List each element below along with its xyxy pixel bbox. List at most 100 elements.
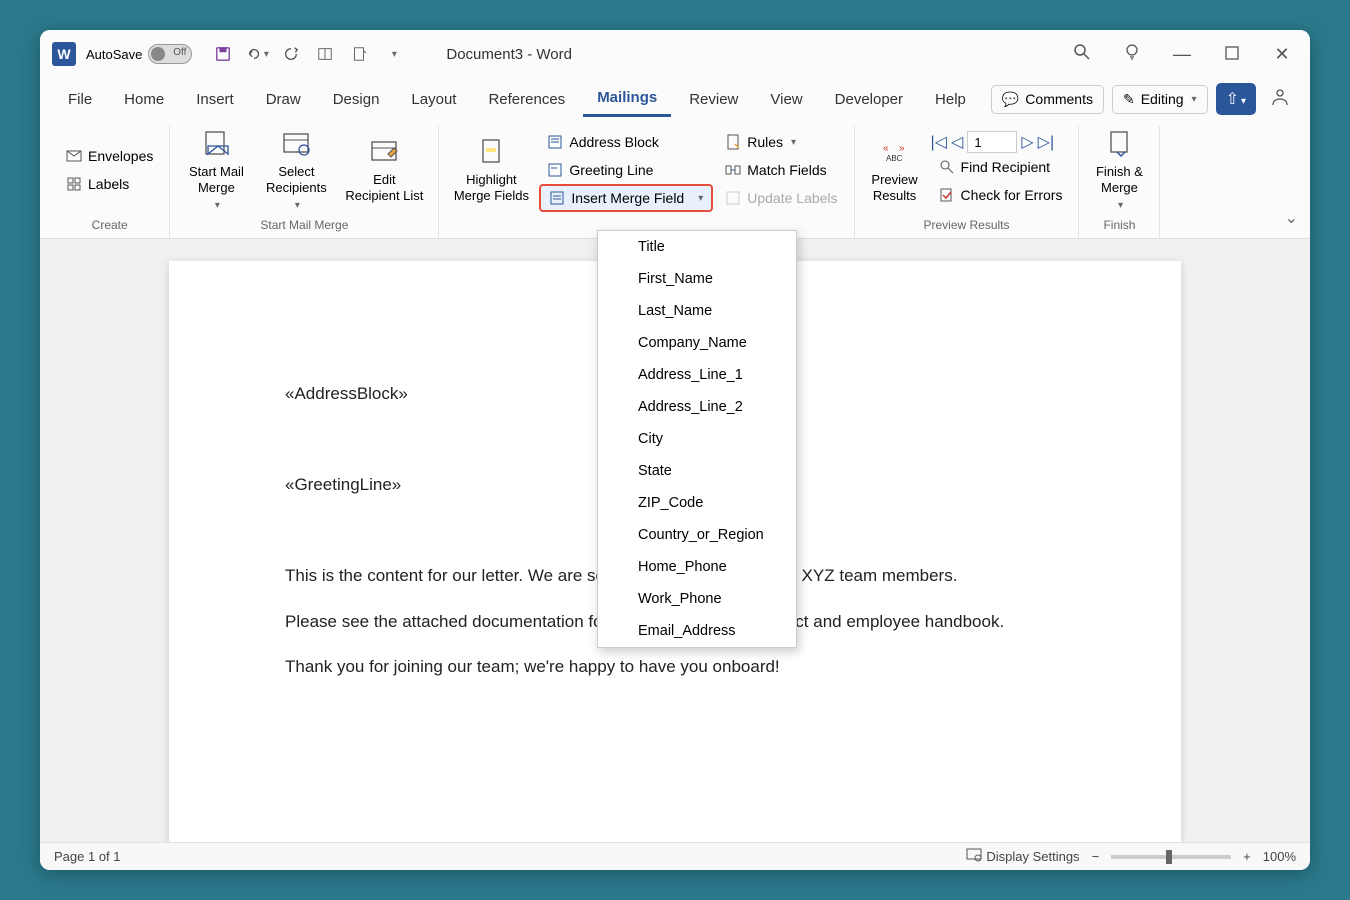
select-recipients-button[interactable]: Select Recipients▾ xyxy=(258,126,334,214)
minimize-button[interactable]: — xyxy=(1166,38,1198,70)
zoom-in-button[interactable]: + xyxy=(1243,849,1251,864)
tab-insert[interactable]: Insert xyxy=(182,83,248,116)
account-button[interactable] xyxy=(1264,81,1296,118)
envelopes-button[interactable]: Envelopes xyxy=(58,142,161,170)
find-recipient-button[interactable]: Find Recipient xyxy=(931,153,1071,181)
rules-label: Rules xyxy=(747,134,783,150)
redo-button[interactable] xyxy=(278,41,304,67)
comments-button[interactable]: 💬Comments xyxy=(991,85,1104,114)
tab-file[interactable]: File xyxy=(54,83,106,116)
labels-button[interactable]: Labels xyxy=(58,170,161,198)
merge-field-company-name[interactable]: Company_Name xyxy=(598,327,796,359)
svg-text:ABC: ABC xyxy=(886,154,903,163)
preview-results-button[interactable]: «»ABCPreview Results xyxy=(863,126,927,214)
comments-label: Comments xyxy=(1025,91,1093,107)
titlebar-controls: — ✕ xyxy=(1066,38,1298,70)
autosave-control[interactable]: AutoSave Off xyxy=(86,44,192,64)
tab-developer[interactable]: Developer xyxy=(821,83,917,116)
customize-qat[interactable]: ▾ xyxy=(380,41,406,67)
merge-field-title[interactable]: Title xyxy=(598,231,796,263)
tab-layout[interactable]: Layout xyxy=(397,83,470,116)
finish-icon xyxy=(1103,128,1135,160)
save-button[interactable] xyxy=(210,41,236,67)
merge-field-last-name[interactable]: Last_Name xyxy=(598,295,796,327)
insert-merge-field-button[interactable]: Insert Merge Field▾ xyxy=(539,184,713,212)
qat-item-2[interactable] xyxy=(346,41,372,67)
prev-record-button[interactable]: ◁ xyxy=(951,132,963,152)
page-info[interactable]: Page 1 of 1 xyxy=(54,849,121,864)
group-label-finish: Finish xyxy=(1103,214,1135,238)
share-button[interactable]: ⇧▾ xyxy=(1216,83,1256,115)
ribbon-group-preview: «»ABCPreview Results |◁ ◁ ▷ ▷| Find Reci… xyxy=(855,126,1080,238)
merge-field-home-phone[interactable]: Home_Phone xyxy=(598,551,796,583)
display-settings-icon xyxy=(966,848,982,865)
zoom-slider[interactable] xyxy=(1111,855,1231,859)
address-block-button[interactable]: Address Block xyxy=(539,128,713,156)
tab-mailings[interactable]: Mailings xyxy=(583,81,671,117)
labels-icon xyxy=(66,176,82,192)
merge-field-state[interactable]: State xyxy=(598,455,796,487)
zoom-out-button[interactable]: − xyxy=(1092,849,1100,864)
chevron-down-icon: ▾ xyxy=(1241,96,1246,107)
first-record-button[interactable]: |◁ xyxy=(931,132,947,152)
help-tips-button[interactable] xyxy=(1116,38,1148,70)
merge-field-zip-code[interactable]: ZIP_Code xyxy=(598,487,796,519)
maximize-button[interactable] xyxy=(1216,38,1248,70)
grid-icon xyxy=(317,46,333,62)
select-recipients-label: Select Recipients xyxy=(266,164,327,195)
tab-design[interactable]: Design xyxy=(319,83,394,116)
highlight-merge-fields-button[interactable]: Highlight Merge Fields xyxy=(447,126,535,214)
pencil-icon: ✎ xyxy=(1123,91,1135,108)
toggle-knob-icon xyxy=(151,47,165,61)
highlight-icon xyxy=(475,136,507,168)
plus-icon: + xyxy=(1243,849,1251,864)
tab-draw[interactable]: Draw xyxy=(252,83,315,116)
editing-mode-button[interactable]: ✎Editing▾ xyxy=(1112,85,1208,114)
group-label-preview: Preview Results xyxy=(923,214,1009,238)
autosave-toggle[interactable]: Off xyxy=(148,44,192,64)
merge-field-address-line-2[interactable]: Address_Line_2 xyxy=(598,391,796,423)
display-settings-button[interactable]: Display Settings xyxy=(966,848,1079,865)
last-record-button[interactable]: ▷| xyxy=(1038,132,1054,152)
tab-view[interactable]: View xyxy=(756,83,816,116)
next-record-button[interactable]: ▷ xyxy=(1021,132,1033,152)
record-number-input[interactable] xyxy=(967,131,1017,153)
qat-item-1[interactable] xyxy=(312,41,338,67)
ribbon-group-create: Envelopes Labels Create xyxy=(50,126,170,238)
check-errors-button[interactable]: Check for Errors xyxy=(931,181,1071,209)
body-paragraph-3[interactable]: Thank you for joining our team; we're ha… xyxy=(285,654,1065,680)
chevron-down-icon: ▾ xyxy=(1118,200,1123,212)
merge-field-first-name[interactable]: First_Name xyxy=(598,263,796,295)
start-mail-merge-button[interactable]: Start Mail Merge▾ xyxy=(178,126,254,214)
check-errors-icon xyxy=(939,187,955,203)
undo-button[interactable]: ▾ xyxy=(244,41,270,67)
find-recipient-label: Find Recipient xyxy=(961,159,1051,175)
ribbon-expand-button[interactable]: ⌄ xyxy=(1285,208,1298,228)
tab-review[interactable]: Review xyxy=(675,83,752,116)
search-button[interactable] xyxy=(1066,38,1098,70)
merge-field-city[interactable]: City xyxy=(598,423,796,455)
merge-field-address-line-1[interactable]: Address_Line_1 xyxy=(598,359,796,391)
editing-label: Editing xyxy=(1141,91,1184,107)
next-icon: ▷ xyxy=(1021,134,1033,151)
finish-merge-button[interactable]: Finish & Merge▾ xyxy=(1087,126,1151,214)
merge-field-country[interactable]: Country_or_Region xyxy=(598,519,796,551)
zoom-level[interactable]: 100% xyxy=(1263,849,1296,864)
tab-home[interactable]: Home xyxy=(110,83,178,116)
greeting-line-button[interactable]: Greeting Line xyxy=(539,156,713,184)
close-button[interactable]: ✕ xyxy=(1266,38,1298,70)
word-app-window: W AutoSave Off ▾ ▾ Document3 - Word — ✕ xyxy=(40,30,1310,870)
tab-references[interactable]: References xyxy=(474,83,579,116)
match-fields-button[interactable]: Match Fields xyxy=(717,156,845,184)
match-fields-label: Match Fields xyxy=(747,162,826,178)
merge-field-email[interactable]: Email_Address xyxy=(598,615,796,647)
group-label-start-mail-merge: Start Mail Merge xyxy=(260,214,348,238)
merge-field-work-phone[interactable]: Work_Phone xyxy=(598,583,796,615)
rules-button[interactable]: Rules▾ xyxy=(717,128,845,156)
search-icon xyxy=(1073,43,1091,66)
insert-merge-field-label: Insert Merge Field xyxy=(571,190,684,206)
chevron-down-icon: ▾ xyxy=(392,49,397,60)
slider-thumb-icon xyxy=(1166,850,1172,864)
tab-help[interactable]: Help xyxy=(921,83,980,116)
edit-recipient-list-button[interactable]: Edit Recipient List xyxy=(338,126,430,214)
